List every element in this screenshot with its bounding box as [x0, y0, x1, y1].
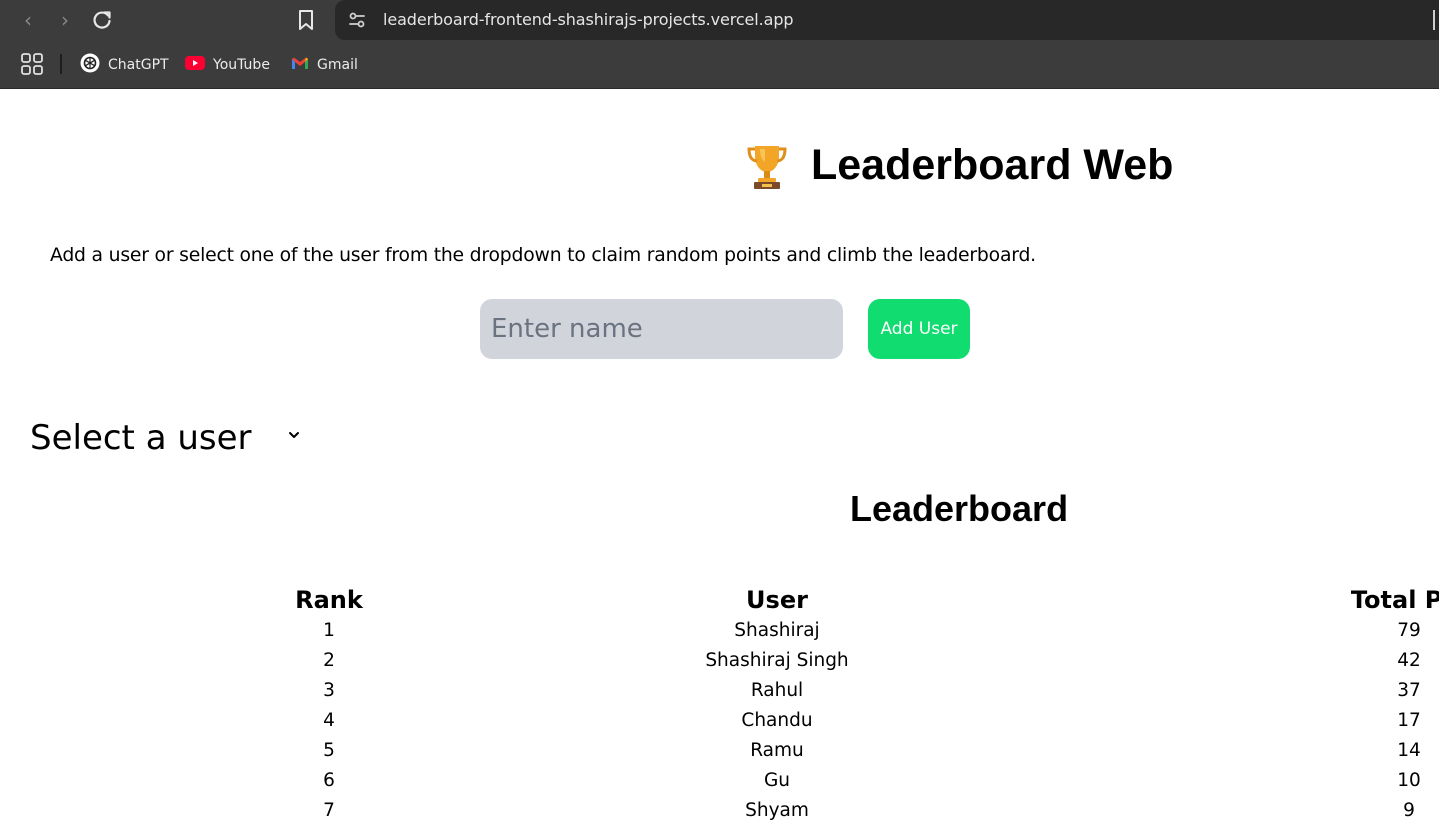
- chevron-down-icon: [285, 426, 303, 444]
- user-cell: Rahul: [750, 680, 804, 701]
- name-input[interactable]: [480, 299, 843, 359]
- bookmark-gmail[interactable]: Gmail: [291, 54, 358, 76]
- add-user-button[interactable]: Add User: [868, 299, 970, 359]
- user-cell: Ramu: [750, 740, 804, 761]
- bookmarks-bar: ChatGPT YouTube Gmail: [0, 41, 1439, 89]
- header-user: User: [746, 586, 808, 614]
- rank-cell: 5: [323, 740, 335, 761]
- table-row: 2 Shashiraj Singh 42: [0, 646, 1439, 676]
- url-text[interactable]: leaderboard-frontend-shashirajs-projects…: [383, 10, 794, 29]
- table-row: 5 Ramu 14: [0, 736, 1439, 766]
- rank-cell: 1: [323, 620, 335, 641]
- back-icon[interactable]: ‹: [15, 7, 41, 33]
- leaderboard-title: Leaderboard: [850, 488, 1069, 529]
- chatgpt-icon: [80, 53, 100, 78]
- bookmarks-divider: [60, 54, 62, 74]
- bookmark-chatgpt[interactable]: ChatGPT: [80, 53, 169, 78]
- table-row: 4 Chandu 17: [0, 706, 1439, 736]
- rank-cell: 2: [323, 650, 335, 671]
- rank-cell: 7: [323, 800, 335, 821]
- bookmark-label: Gmail: [317, 57, 358, 73]
- rank-cell: 6: [323, 770, 335, 791]
- points-cell: 17: [1397, 710, 1421, 731]
- reload-icon[interactable]: [89, 7, 115, 33]
- user-cell: Gu: [763, 770, 791, 791]
- user-select-value: Select a user: [30, 418, 252, 458]
- site-settings-icon[interactable]: [345, 8, 369, 32]
- user-cell: Shyam: [745, 800, 809, 821]
- user-cell: Chandu: [741, 710, 813, 731]
- forward-icon[interactable]: ›: [52, 7, 78, 33]
- bookmark-icon[interactable]: [293, 7, 319, 33]
- youtube-icon: [185, 55, 205, 75]
- user-select[interactable]: Select a user: [30, 410, 310, 466]
- table-row: 7 Shyam 9: [0, 796, 1439, 826]
- browser-toolbar: ‹ › leaderboard-frontend-shashirajs-proj…: [0, 0, 1439, 41]
- address-bar[interactable]: leaderboard-frontend-shashirajs-projects…: [335, 0, 1439, 40]
- trophy-icon: [745, 142, 789, 190]
- page-header: Leaderboard Web: [745, 141, 1173, 190]
- user-cell: Shashiraj Singh: [705, 650, 849, 671]
- points-cell: 9: [1403, 800, 1415, 821]
- points-cell: 14: [1397, 740, 1421, 761]
- points-cell: 42: [1397, 650, 1421, 671]
- page-title: Leaderboard Web: [811, 141, 1174, 189]
- page-content: Leaderboard Web Add a user or select one…: [0, 89, 1439, 830]
- gmail-icon: [291, 56, 309, 75]
- table-row: 1 Shashiraj 79: [0, 616, 1439, 646]
- points-cell: 37: [1397, 680, 1421, 701]
- browser-chrome: ‹ › leaderboard-frontend-shashirajs-proj…: [0, 0, 1439, 89]
- points-cell: 10: [1397, 770, 1421, 791]
- points-cell: 79: [1397, 620, 1421, 641]
- table-row: 3 Rahul 37: [0, 676, 1439, 706]
- header-rank: Rank: [295, 586, 363, 614]
- intro-text: Add a user or select one of the user fro…: [50, 245, 1036, 266]
- header-points: Total Poi: [1350, 586, 1439, 614]
- bookmark-youtube[interactable]: YouTube: [185, 54, 270, 76]
- table-row: 6 Gu 10: [0, 766, 1439, 796]
- rank-cell: 3: [323, 680, 335, 701]
- apps-grid-icon[interactable]: [21, 53, 43, 75]
- table-header-row: Rank User Total Poi: [0, 583, 1439, 617]
- user-cell: Shashiraj: [734, 620, 820, 641]
- share-icon[interactable]: [1433, 10, 1439, 30]
- rank-cell: 4: [323, 710, 335, 731]
- bookmark-label: ChatGPT: [108, 57, 169, 73]
- bookmark-label: YouTube: [213, 57, 270, 73]
